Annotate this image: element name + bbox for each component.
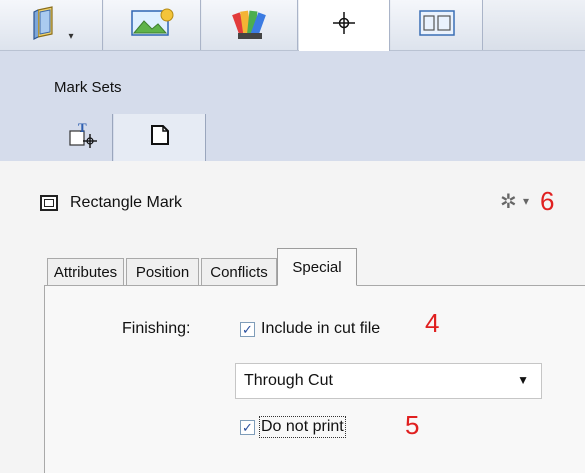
mark-sets-label: Mark Sets xyxy=(54,79,122,96)
toolbar-tab-layout[interactable] xyxy=(391,0,483,50)
tab-conflicts[interactable]: Conflicts xyxy=(201,258,277,285)
color-swatches-icon xyxy=(231,5,268,46)
do-not-print-label[interactable]: Do not print xyxy=(259,416,346,438)
tab-special[interactable]: Special xyxy=(277,248,357,286)
toolbar-tab-marks[interactable] xyxy=(299,0,390,51)
page-icon xyxy=(150,124,170,151)
tab-position[interactable]: Position xyxy=(126,258,199,285)
mark-sets-panel: Mark Sets T xyxy=(0,51,585,161)
book-icon xyxy=(28,5,68,45)
annotation-number: 6 xyxy=(540,186,555,216)
gear-icon[interactable]: ✲ xyxy=(500,189,517,214)
toolbar-tab-image[interactable] xyxy=(104,0,201,50)
cut-type-value: Through Cut xyxy=(244,372,333,389)
layout-icon xyxy=(418,9,455,41)
chevron-down-icon[interactable]: ▾ xyxy=(523,194,529,208)
mark-properties-panel: Rectangle Mark ✲ ▾ 6 Attributes Position… xyxy=(0,161,585,473)
include-cut-checkbox[interactable]: ✓ xyxy=(240,322,255,337)
text-mark-icon: T xyxy=(68,120,98,153)
finishing-label: Finishing: xyxy=(122,320,191,337)
tab-attributes[interactable]: Attributes xyxy=(47,258,124,285)
dropdown-arrow-icon: ▼ xyxy=(517,373,529,387)
text-mark-button[interactable]: T xyxy=(53,114,113,161)
do-not-print-checkbox[interactable]: ✓ xyxy=(240,420,255,435)
annotation-number: 4 xyxy=(425,308,440,338)
svg-text:T: T xyxy=(78,122,87,135)
toolbar-tab-book[interactable]: ▾ xyxy=(0,0,103,50)
mark-title: Rectangle Mark xyxy=(70,194,183,211)
toolbar-tab-color[interactable] xyxy=(202,0,298,50)
annotation-number: 5 xyxy=(405,410,420,440)
rectangle-mark-icon xyxy=(40,195,58,211)
special-tab-page: Finishing: ✓ Include in cut file 4 Throu… xyxy=(44,285,585,473)
image-icon xyxy=(130,8,174,43)
page-mark-button[interactable] xyxy=(114,114,206,161)
toolbar: ▾ xyxy=(0,0,585,51)
crosshair-icon xyxy=(333,12,355,39)
cut-type-select[interactable]: Through Cut ▼ xyxy=(235,363,542,399)
chevron-down-icon[interactable]: ▾ xyxy=(68,31,73,42)
include-cut-label[interactable]: Include in cut file xyxy=(261,320,380,338)
